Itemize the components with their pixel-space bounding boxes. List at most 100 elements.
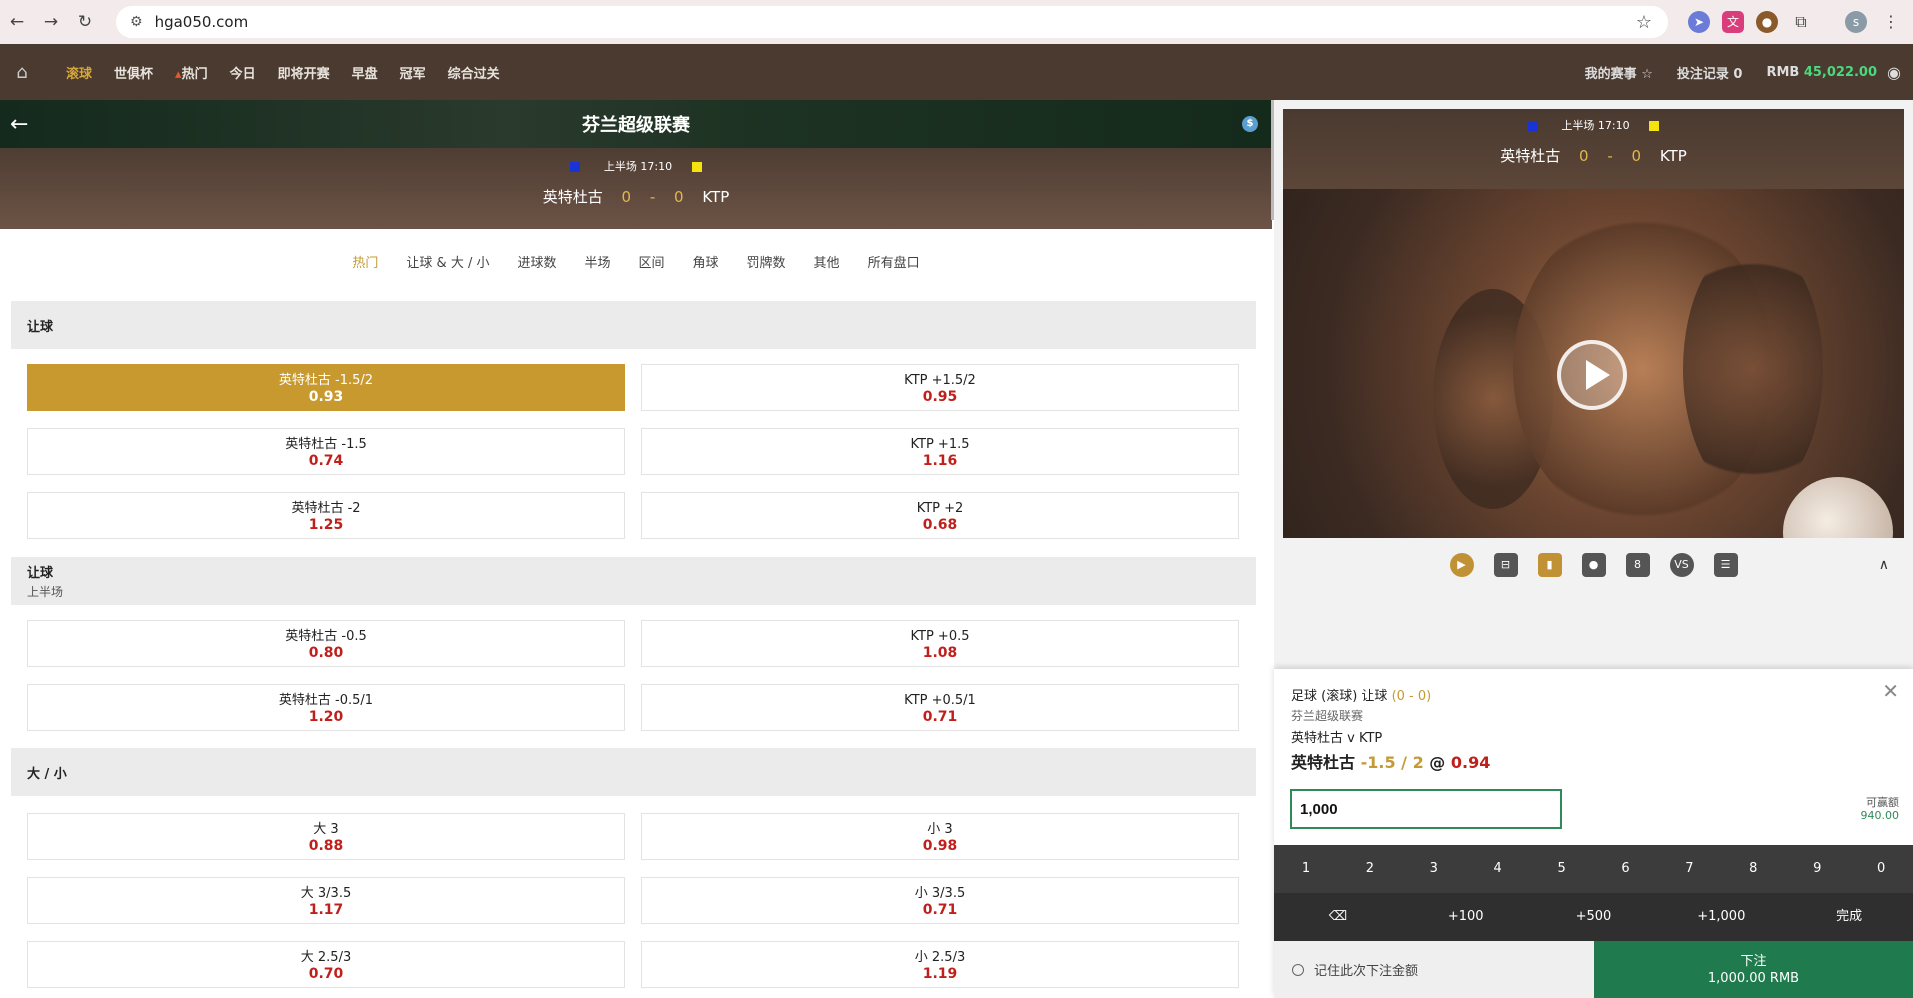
section-title: 让球 [27,566,54,581]
tab-cards[interactable]: 罚牌数 [747,252,786,276]
tab-corners[interactable]: 角球 [693,252,719,276]
key-0[interactable]: 0 [1849,845,1913,893]
odds-button[interactable]: 英特杜古 -1.5/2 0.93 [27,364,625,411]
add-100-button[interactable]: +100 [1402,893,1530,941]
backspace-icon[interactable]: ⌫ [1274,893,1402,941]
odds-button[interactable]: KTP +1.5/2 0.95 [641,364,1239,411]
back-arrow-icon[interactable]: ← [0,12,34,32]
info-badge-icon[interactable]: $ [1242,116,1258,132]
odds-price: 0.95 [922,389,958,405]
bookmark-star-icon[interactable]: ☆ [1636,12,1652,33]
odds-button[interactable]: 小 2.5/3 1.19 [641,941,1239,988]
extensions-puzzle-icon[interactable]: ⧉ [1790,11,1812,33]
nav-item-starting-soon[interactable]: 即将开赛 [278,63,330,82]
extension-translate-icon[interactable]: 文 [1722,11,1744,33]
key-5[interactable]: 5 [1530,845,1594,893]
address-bar[interactable]: ⚙ hga050.com ☆ [116,6,1668,38]
tab-interval[interactable]: 区间 [639,252,665,276]
odds-button[interactable]: 小 3/3.5 0.71 [641,877,1239,924]
key-9[interactable]: 9 [1785,845,1849,893]
stake-input[interactable] [1290,789,1562,829]
scoreboard-icon[interactable]: ☰ [1713,553,1738,577]
odds-button[interactable]: KTP +1.5 1.16 [641,428,1239,475]
odds-price: 1.25 [308,517,344,533]
section-handicap-header: 让球 [11,301,1256,349]
site-settings-icon[interactable]: ⚙ [130,14,143,30]
odds-button[interactable]: 英特杜古 -2 1.25 [27,492,625,539]
forward-arrow-icon[interactable]: → [34,12,68,32]
nav-item-hot[interactable]: ▴热门 [175,63,208,82]
live-video-player[interactable]: 上半场 17:10 英特杜古 0 - 0 KTP [1283,109,1904,538]
close-icon[interactable]: ✕ [1882,679,1899,703]
nav-item-today[interactable]: 今日 [230,63,256,82]
odds-button[interactable]: 英特杜古 -0.5/1 1.20 [27,684,625,731]
bet-records-link[interactable]: 投注记录 0 [1677,63,1743,82]
key-4[interactable]: 4 [1466,845,1530,893]
remember-stake-toggle[interactable]: 记住此次下注金额 [1274,941,1594,998]
mic-icon[interactable]: ● [1581,553,1606,577]
odds-button[interactable]: KTP +0.5/1 0.71 [641,684,1239,731]
tab-handicap-ou[interactable]: 让球 & 大 / 小 [406,252,489,276]
away-team: KTP [1659,147,1687,165]
odds-button[interactable]: KTP +2 0.68 [641,492,1239,539]
radio-icon[interactable] [1292,963,1304,976]
extension-cookie-icon[interactable]: ● [1756,11,1778,33]
odds-price: 0.71 [922,709,958,725]
extension-telegram-icon[interactable]: ➤ [1688,11,1710,33]
browser-menu-icon[interactable]: ⋮ [1880,11,1902,33]
reload-icon[interactable]: ↻ [68,12,102,32]
add-500-button[interactable]: +500 [1530,893,1658,941]
nav-item-parlay[interactable]: 综合过关 [448,63,500,82]
nav-item-live[interactable]: 滚球 [66,63,92,82]
odds-button[interactable]: 小 3 0.98 [641,813,1239,860]
tab-hot[interactable]: 热门 [352,252,378,276]
play-circle-icon[interactable]: ▶ [1449,553,1474,577]
stats-icon[interactable]: ▮ [1537,553,1562,577]
odds-label: 小 2.5/3 [914,950,966,965]
site-top-nav: ⌂ 滚球 世俱杯 ▴热门 今日 即将开赛 早盘 冠军 综合过关 我的赛事 ☆ 投… [0,44,1913,100]
shirt-icon[interactable]: 8 [1625,553,1650,577]
place-bet-button[interactable]: 下注 1,000.00 RMB [1594,941,1913,998]
key-1[interactable]: 1 [1274,845,1338,893]
nav-item-club-world-cup[interactable]: 世俱杯 [114,63,153,82]
play-button-icon[interactable] [1557,340,1627,410]
key-2[interactable]: 2 [1338,845,1402,893]
match-clock: 17:10 [1597,119,1630,132]
tab-all-markets[interactable]: 所有盘口 [868,252,920,276]
odds-label: 英特杜古 -1.5/2 [278,373,374,388]
nav-item-early[interactable]: 早盘 [352,63,378,82]
odds-button[interactable]: 大 2.5/3 0.70 [27,941,625,988]
nav-item-outright[interactable]: 冠军 [400,63,426,82]
done-button[interactable]: 完成 [1785,893,1913,941]
profile-avatar[interactable]: s [1845,11,1867,33]
tab-goals[interactable]: 进球数 [517,252,556,276]
home-shirt-icon [570,162,581,172]
slip-pick-odds: 0.94 [1450,753,1491,772]
pitch-icon[interactable]: ⊟ [1493,553,1518,577]
key-8[interactable]: 8 [1721,845,1785,893]
tab-other[interactable]: 其他 [814,252,840,276]
odds-price: 1.20 [308,709,344,725]
bet-records-count: 0 [1733,66,1743,82]
key-7[interactable]: 7 [1657,845,1721,893]
key-3[interactable]: 3 [1402,845,1466,893]
odds-label: 英特杜古 -0.5/1 [278,693,374,708]
vs-icon[interactable]: VS [1669,553,1694,577]
chevron-up-icon[interactable]: ∧ [1879,557,1889,573]
odds-button[interactable]: 英特杜古 -1.5 0.74 [27,428,625,475]
odds-label: 大 3 [313,822,339,837]
odds-button[interactable]: 大 3 0.88 [27,813,625,860]
odds-button[interactable]: 英特杜古 -0.5 0.80 [27,620,625,667]
tab-half[interactable]: 半场 [584,252,610,276]
odds-button[interactable]: KTP +0.5 1.08 [641,620,1239,667]
key-6[interactable]: 6 [1594,845,1658,893]
back-arrow-icon[interactable]: ← [10,112,28,137]
user-account-icon[interactable]: ◉ [1887,63,1901,82]
nav-item-hot-label: 热门 [181,66,208,82]
my-matches-link[interactable]: 我的赛事 ☆ [1585,63,1653,82]
odds-button[interactable]: 大 3/3.5 1.17 [27,877,625,924]
odds-price: 0.71 [922,902,958,918]
home-icon[interactable]: ⌂ [0,62,44,83]
add-1000-button[interactable]: +1,000 [1657,893,1785,941]
bet-slip: 足球 (滚球) 让球 (0 - 0) ✕ 芬兰超级联赛 英特杜古 v KTP 英… [1274,669,1913,998]
